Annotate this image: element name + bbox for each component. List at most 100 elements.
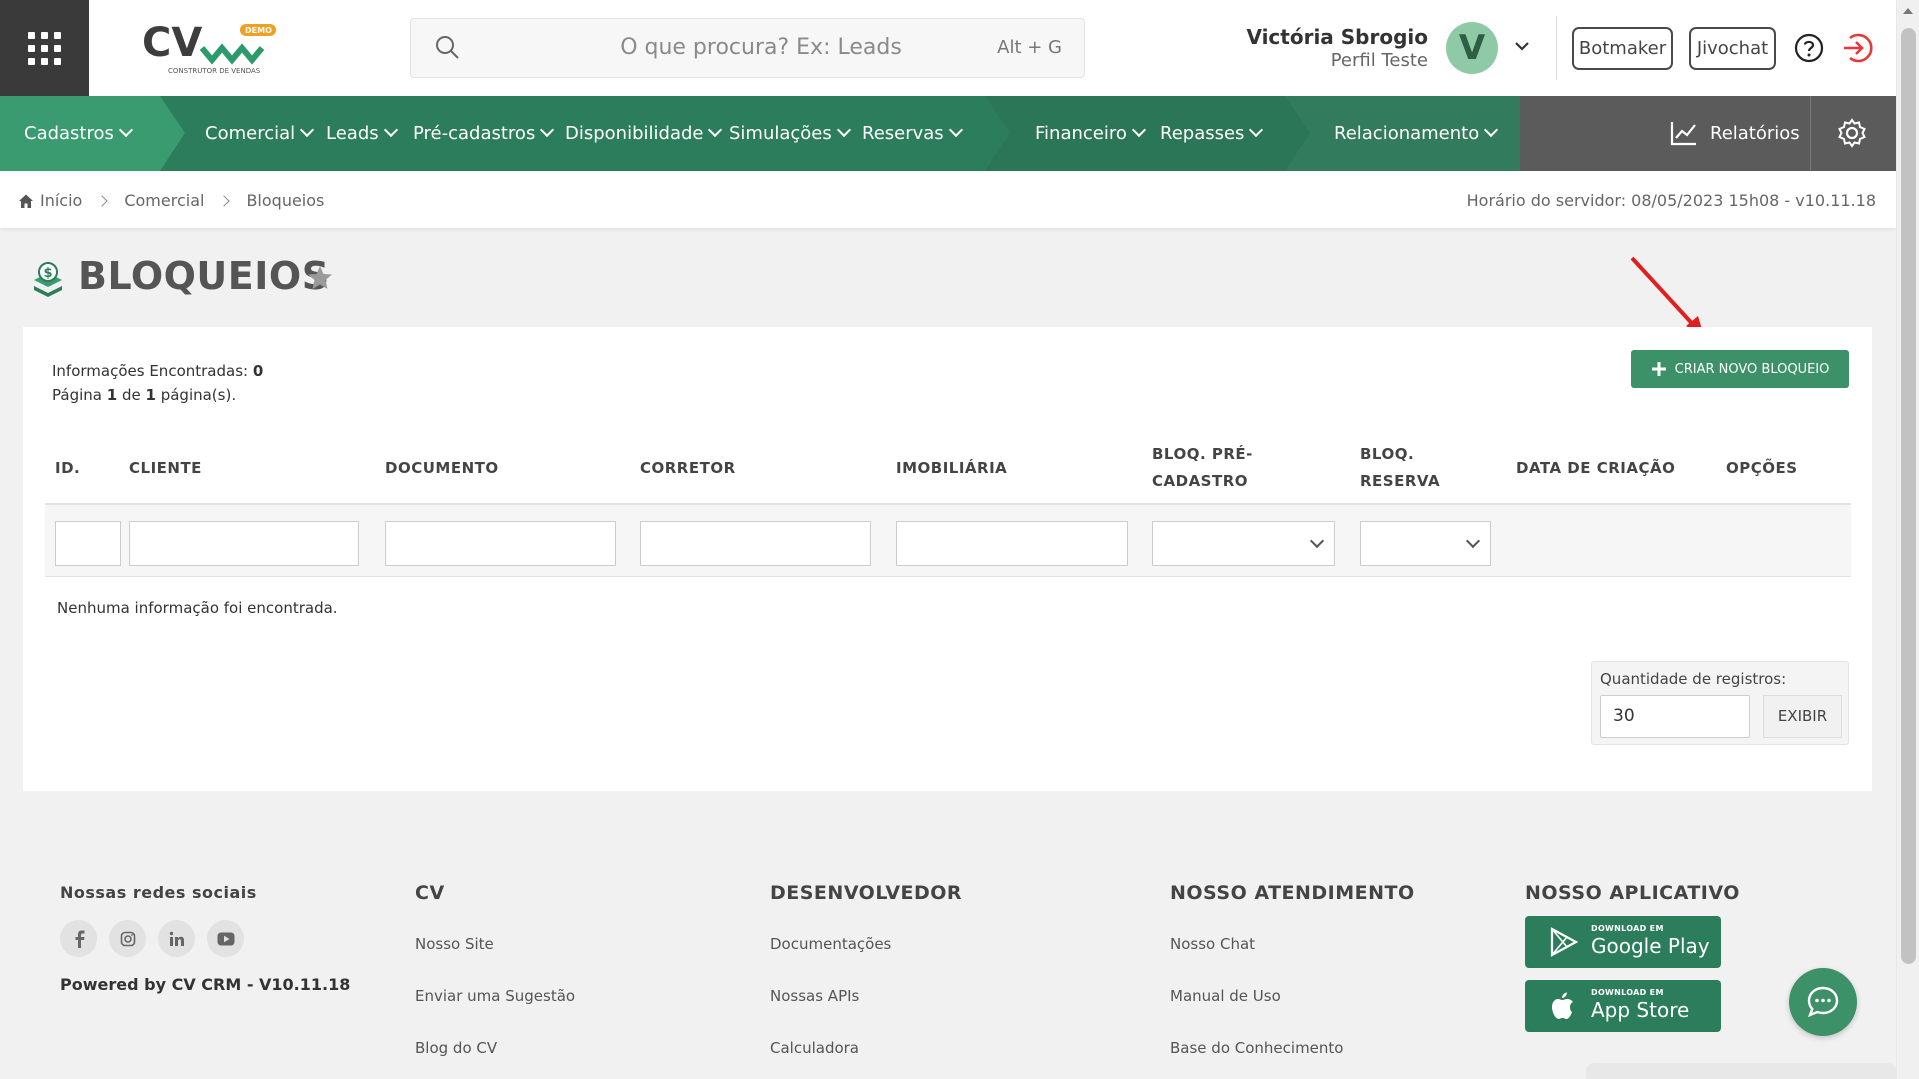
nav-repasses[interactable]: Repasses <box>1160 96 1264 171</box>
breadcrumb-inicio[interactable]: Início <box>40 171 82 231</box>
column-bloq-reserva[interactable]: BLOQ. RESERVA <box>1360 431 1460 505</box>
global-search[interactable]: O que procura? Ex: Leads Alt + G <box>410 18 1085 78</box>
footer-link[interactable]: Base do Conhecimento <box>1170 1032 1415 1064</box>
filter-imobiliaria-input[interactable] <box>896 521 1128 566</box>
server-time: Horário do servidor: 08/05/2023 15h08 - … <box>1466 191 1876 210</box>
column-documento[interactable]: DOCUMENTO <box>385 431 575 505</box>
column-data-criacao[interactable]: DATA DE CRIAÇÃO <box>1516 431 1696 505</box>
records-label: Quantidade de registros: <box>1600 670 1787 688</box>
footer-link[interactable]: Blog do CV <box>415 1032 575 1064</box>
linkedin-icon[interactable] <box>158 920 195 957</box>
search-placeholder: O que procura? Ex: Leads <box>620 35 902 60</box>
nav-leads[interactable]: Leads <box>326 96 398 171</box>
chevron-down-icon <box>1249 122 1264 138</box>
filter-cliente-input[interactable] <box>129 521 359 566</box>
filter-bloq-pre-cadastro-select[interactable] <box>1152 521 1335 566</box>
botmaker-button[interactable]: Botmaker <box>1572 27 1673 70</box>
social-title: Nossas redes sociais <box>60 883 257 902</box>
horizontal-scrollbar[interactable] <box>1586 1063 1896 1079</box>
breadcrumb-bar: Início Comercial Bloqueios Horário do se… <box>0 171 1896 228</box>
app-store-badge[interactable]: DOWNLOAD EM App Store <box>1525 980 1721 1032</box>
column-id[interactable]: ID. <box>55 431 115 505</box>
gear-icon[interactable] <box>1837 118 1867 148</box>
records-quantity-input[interactable]: 30 <box>1600 695 1750 738</box>
help-icon[interactable] <box>1794 33 1824 63</box>
footer-link[interactable]: Calculadora <box>770 1032 962 1064</box>
create-block-button[interactable]: CRIAR NOVO BLOQUEIO <box>1631 350 1849 388</box>
nav-relatorios[interactable]: Relatórios <box>1710 96 1800 171</box>
nav-comercial[interactable]: Comercial <box>205 96 315 171</box>
search-icon <box>436 36 459 59</box>
records-per-page: Quantidade de registros: 30 EXIBIR <box>1591 661 1849 745</box>
star-icon[interactable] <box>306 264 334 292</box>
nav-cadastros[interactable]: Cadastros <box>24 96 133 171</box>
footer-link[interactable]: Nosso Site <box>415 928 575 960</box>
google-play-icon <box>1550 927 1579 957</box>
chevron-down-icon <box>948 122 963 138</box>
nav-disponibilidade[interactable]: Disponibilidade <box>565 96 723 171</box>
home-icon <box>19 194 33 208</box>
cv-logo[interactable]: CV DEMO CONSTRUTOR DE VENDAS <box>140 18 280 78</box>
column-bloq-pre-cadastro[interactable]: BLOQ. PRÉ-CADASTRO <box>1152 431 1282 505</box>
svg-text:CV: CV <box>142 20 202 66</box>
page-title: BLOQUEIOS <box>78 254 330 298</box>
footer-link[interactable]: Enviar uma Sugestão <box>415 980 575 1012</box>
chevron-down-icon <box>708 122 723 138</box>
nav-divider <box>1810 96 1811 171</box>
footer-link[interactable]: Nosso Chat <box>1170 928 1415 960</box>
results-card: Informações Encontradas: 0 Página 1 de 1… <box>23 327 1872 791</box>
user-info[interactable]: Victória Sbrogio Perfil Teste <box>1246 24 1428 72</box>
column-corretor[interactable]: CORRETOR <box>640 431 830 505</box>
filter-bloq-reserva-select[interactable] <box>1360 521 1491 566</box>
chevron-down-icon <box>118 122 133 138</box>
chevron-right-icon <box>96 195 109 207</box>
logout-icon[interactable] <box>1840 31 1874 65</box>
nav-pre-cadastros[interactable]: Pré-cadastros <box>413 96 555 171</box>
breadcrumb-comercial[interactable]: Comercial <box>124 171 204 231</box>
vertical-scrollbar[interactable] <box>1896 0 1919 1079</box>
powered-by: Powered by CV CRM - V10.11.18 <box>60 975 351 994</box>
chat-button[interactable] <box>1789 968 1857 1036</box>
footer-link[interactable]: Nossas APIs <box>770 980 962 1012</box>
google-play-badge[interactable]: DOWNLOAD EM Google Play <box>1525 916 1721 968</box>
footer-cv-title: CV <box>415 882 445 904</box>
grid-icon <box>28 31 61 65</box>
empty-message: Nenhuma informação foi encontrada. <box>57 599 338 617</box>
avatar[interactable]: V <box>1446 22 1498 74</box>
footer-col-support: NOSSO ATENDIMENTO Nosso Chat Manual de U… <box>1170 876 1415 1064</box>
results-info: Informações Encontradas: 0 Página 1 de 1… <box>52 362 264 404</box>
search-shortcut: Alt + G <box>997 37 1062 58</box>
facebook-icon[interactable] <box>60 920 97 957</box>
filter-corretor-input[interactable] <box>640 521 871 566</box>
chevron-down-icon <box>1309 533 1325 549</box>
annotation-arrow-icon <box>1630 256 1704 336</box>
column-cliente[interactable]: CLIENTE <box>129 431 319 505</box>
filter-id-input[interactable] <box>55 521 121 566</box>
nav-relacionamento[interactable]: Relacionamento <box>1334 96 1499 171</box>
footer-support-title: NOSSO ATENDIMENTO <box>1170 882 1415 904</box>
instagram-icon[interactable] <box>109 920 146 957</box>
footer-link[interactable]: Documentações <box>770 928 962 960</box>
chevron-down-icon[interactable] <box>1510 34 1534 58</box>
column-imobiliaria[interactable]: IMOBILIÁRIA <box>896 431 1086 505</box>
main-nav: Cadastros Comercial Leads Pré-cadastros … <box>0 96 1896 171</box>
footer: Nossas redes sociais Powered by CV CRM -… <box>0 860 1896 1079</box>
nav-financeiro[interactable]: Financeiro <box>1035 96 1146 171</box>
scroll-up-arrow-icon[interactable] <box>1903 8 1913 14</box>
footer-col-cv: CV Nosso Site Enviar uma Sugestão Blog d… <box>415 876 575 1064</box>
chevron-down-icon <box>836 122 851 138</box>
filter-documento-input[interactable] <box>385 521 616 566</box>
chevron-down-icon <box>1484 122 1499 138</box>
scroll-thumb[interactable] <box>1901 28 1916 964</box>
chevron-down-icon <box>383 122 398 138</box>
show-button[interactable]: EXIBIR <box>1763 695 1842 738</box>
youtube-icon[interactable] <box>207 920 244 957</box>
header-divider <box>1556 16 1557 80</box>
column-opcoes: OPÇÕES <box>1726 458 1798 477</box>
apps-menu-button[interactable] <box>0 0 89 96</box>
footer-col-dev: DESENVOLVEDOR Documentações Nossas APIs … <box>770 876 962 1064</box>
jivochat-button[interactable]: Jivochat <box>1689 27 1776 70</box>
nav-reservas[interactable]: Reservas <box>862 96 963 171</box>
nav-simulacoes[interactable]: Simulações <box>729 96 851 171</box>
footer-link[interactable]: Manual de Uso <box>1170 980 1415 1012</box>
